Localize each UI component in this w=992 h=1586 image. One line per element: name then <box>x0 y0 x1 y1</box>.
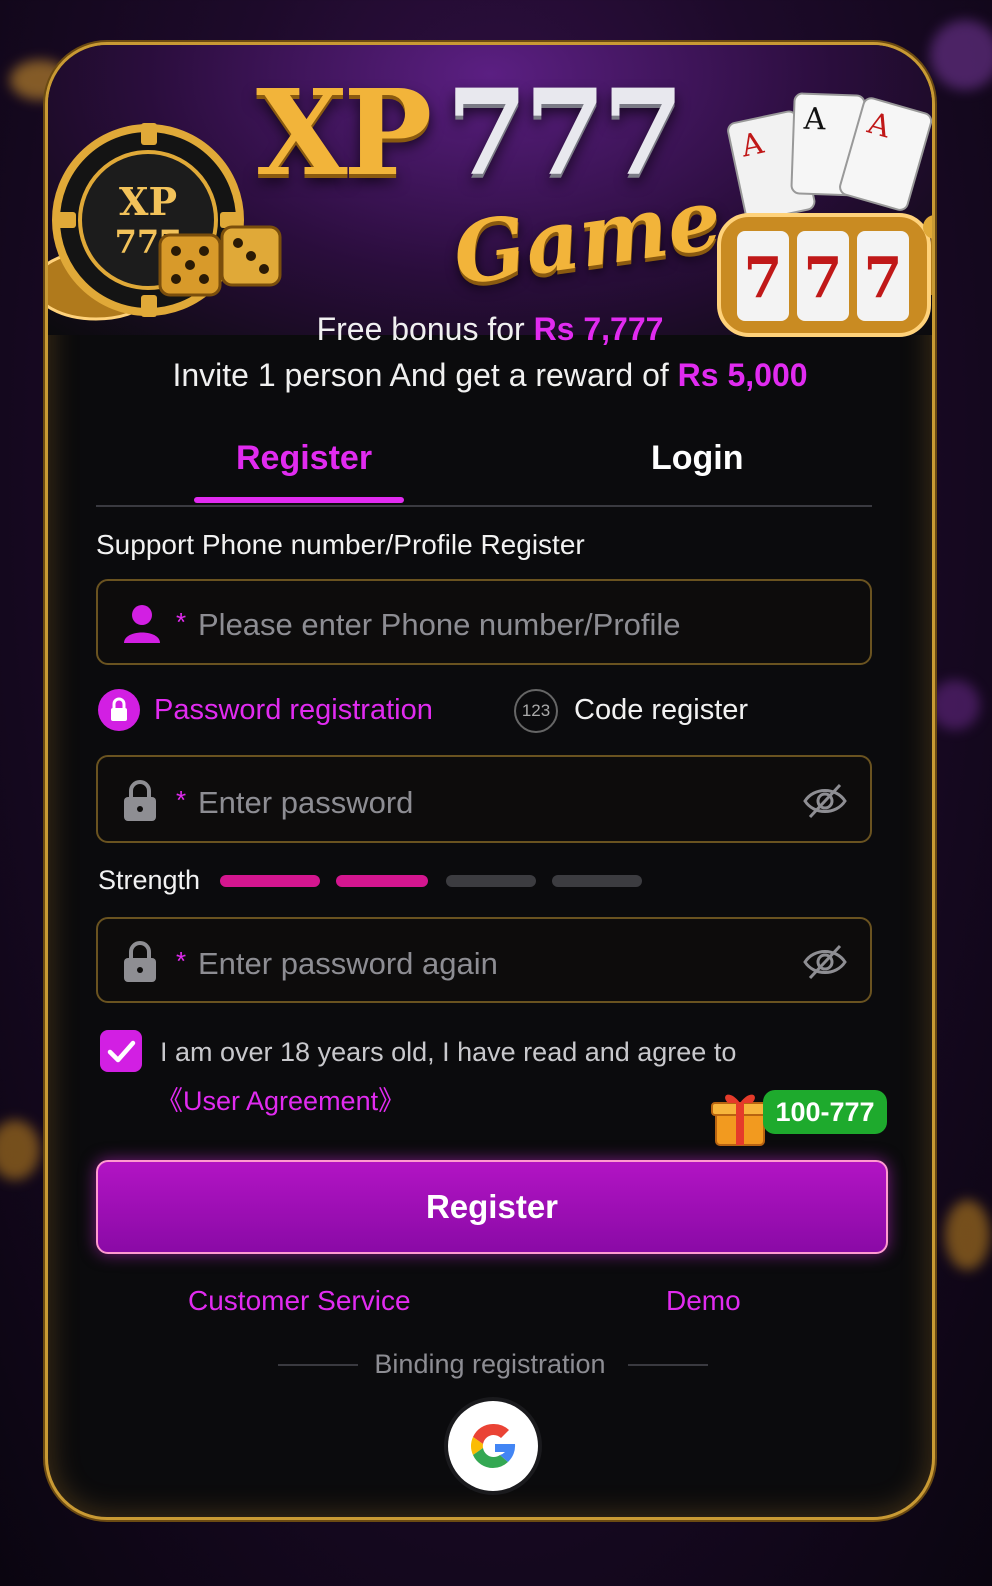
phone-input[interactable]: * Please enter Phone number/Profile <box>96 579 872 665</box>
slot-machine-icon: A A A 7 7 7 <box>717 92 932 337</box>
bonus-badge: 100-777 <box>763 1090 887 1134</box>
password-confirm-placeholder: Enter password again <box>198 946 498 981</box>
register-card: XP 777 XP 777 Game A A A 7 7 7 Free bonu… <box>45 42 935 1520</box>
lock-icon <box>98 689 140 731</box>
eye-off-icon[interactable] <box>802 942 848 982</box>
logo-xp: XP <box>256 63 432 202</box>
required-mark: * <box>176 946 187 976</box>
dice-icon <box>158 225 282 297</box>
agree-checkbox[interactable] <box>100 1030 142 1072</box>
slot-digit: 7 <box>864 245 903 311</box>
background-bokeh <box>0 1120 40 1180</box>
method-code-label: Code register <box>574 694 749 726</box>
chip-text-xp: XP <box>119 179 177 224</box>
promo-line-2: Invite 1 person And get a reward of Rs 5… <box>48 357 932 394</box>
user-icon <box>124 605 160 643</box>
promo-amount: Rs 7,777 <box>533 311 664 347</box>
strength-segment <box>446 875 536 887</box>
password-input[interactable]: * Enter password <box>96 755 872 843</box>
support-label: Support Phone number/Profile Register <box>96 529 585 560</box>
svg-text:A: A <box>802 102 826 138</box>
code-123-icon: 123 <box>514 689 558 733</box>
lock-icon <box>124 941 156 982</box>
agree-text: I am over 18 years old, I have read and … <box>160 1037 737 1067</box>
strength-label: Strength <box>98 865 201 895</box>
background-bokeh <box>930 680 980 730</box>
password-placeholder: Enter password <box>198 785 414 820</box>
checkmark-icon <box>107 1040 136 1063</box>
lock-icon <box>124 780 156 821</box>
background-bokeh <box>945 1200 990 1270</box>
user-agreement-link[interactable]: 《User Agreement》 <box>156 1079 405 1118</box>
background-bokeh <box>930 20 992 90</box>
tab-login[interactable]: Login <box>651 439 744 478</box>
register-button[interactable]: Register <box>96 1160 888 1254</box>
strength-segment <box>336 875 428 887</box>
game-banner: XP 777 XP 777 Game A A A 7 7 7 <box>48 45 932 337</box>
demo-link[interactable]: Demo <box>666 1285 741 1317</box>
strength-segment <box>552 875 642 887</box>
required-mark: * <box>176 785 187 815</box>
google-icon <box>471 1423 516 1468</box>
tab-active-indicator <box>194 497 404 503</box>
slot-digit: 7 <box>744 245 783 311</box>
method-password-label: Password registration <box>154 694 433 726</box>
tab-register[interactable]: Register <box>236 439 372 478</box>
promo-line-1: Free bonus for Rs 7,777 <box>48 311 932 348</box>
google-signin-button[interactable] <box>448 1401 538 1491</box>
customer-service-link[interactable]: Customer Service <box>188 1285 411 1317</box>
slot-digit: 7 <box>804 245 843 311</box>
required-mark: * <box>176 607 187 637</box>
phone-placeholder: Please enter Phone number/Profile <box>198 607 681 642</box>
promo-text: Invite 1 person And get a reward of <box>172 357 669 393</box>
auth-tabs: Register Login <box>96 433 872 507</box>
binding-registration-label: Binding registration <box>374 1349 606 1379</box>
gift-icon <box>711 1094 769 1146</box>
eye-off-icon[interactable] <box>802 781 848 821</box>
promo-text: Free bonus for <box>316 311 525 347</box>
promo-amount: Rs 5,000 <box>677 357 808 393</box>
password-confirm-input[interactable]: * Enter password again <box>96 917 872 1003</box>
strength-segment <box>220 875 320 887</box>
